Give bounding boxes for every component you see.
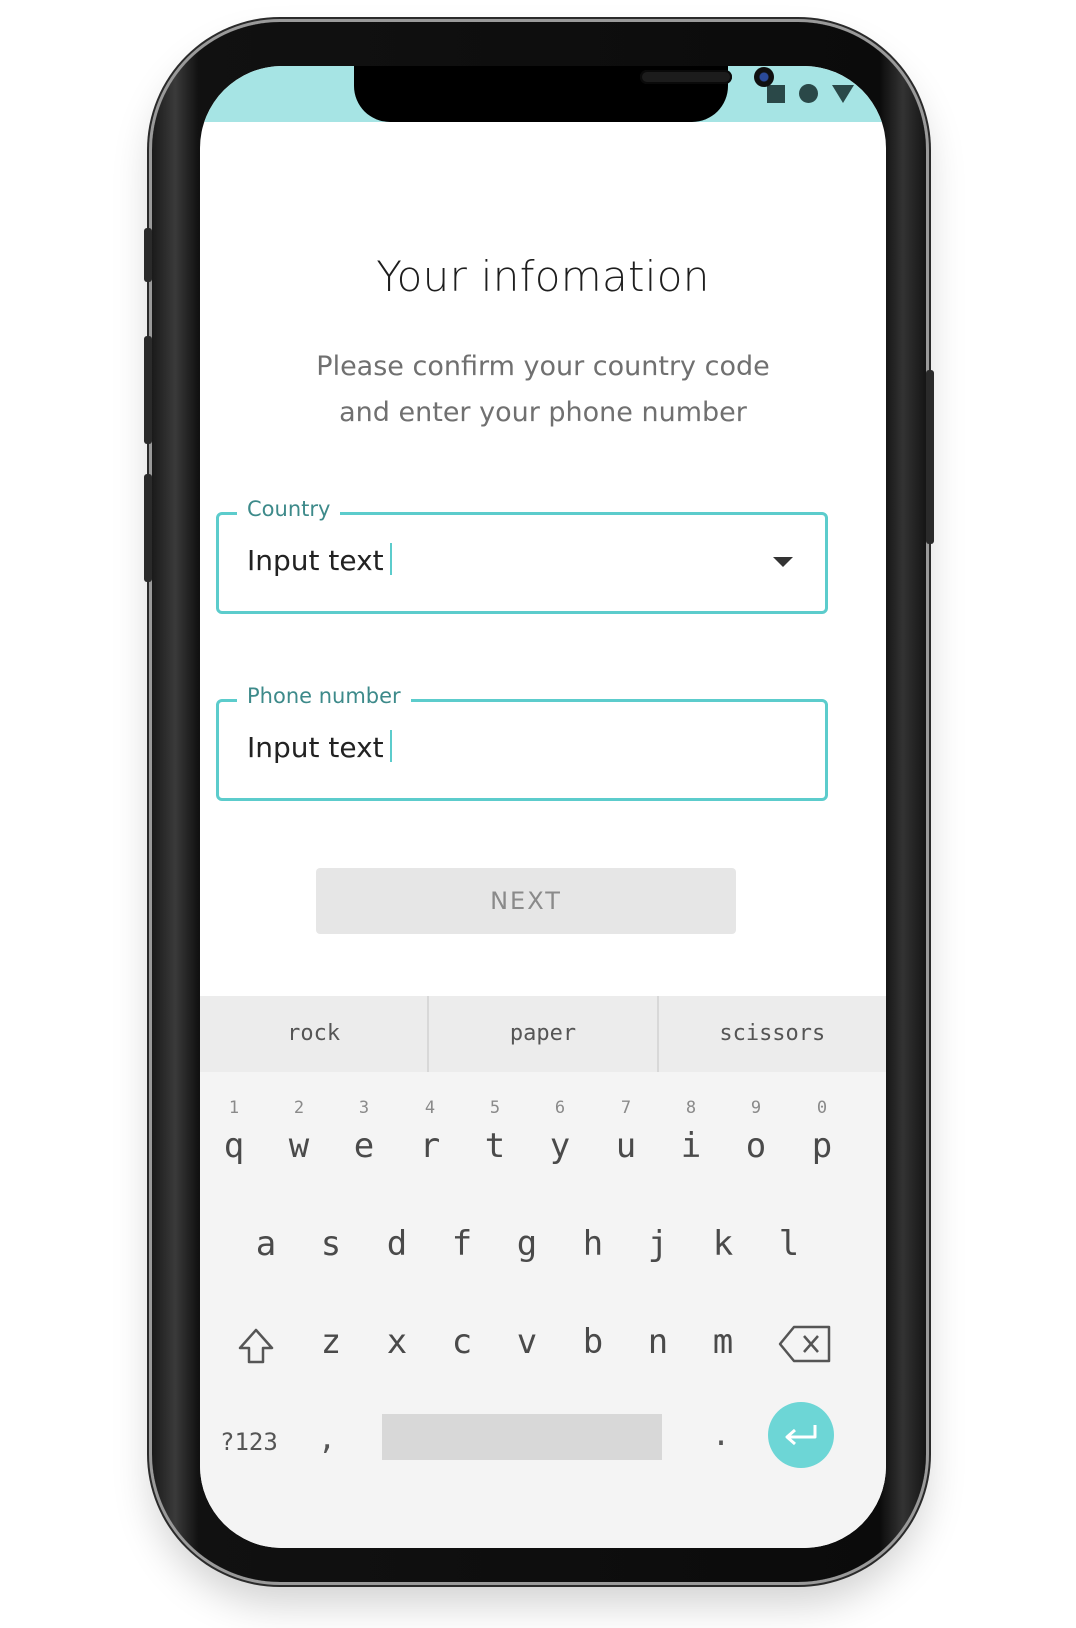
key-e[interactable]: 3e xyxy=(334,1098,394,1166)
mute-switch xyxy=(144,228,152,282)
front-camera-icon xyxy=(754,67,774,87)
shift-icon[interactable] xyxy=(236,1326,276,1366)
key-i[interactable]: 8i xyxy=(661,1098,721,1166)
subtitle-line-1: Please confirm your country code xyxy=(316,351,770,382)
key-s[interactable]: s xyxy=(301,1224,361,1264)
text-cursor xyxy=(389,543,392,575)
suggestion-bar: rock paper scissors xyxy=(200,996,886,1072)
backspace-icon[interactable] xyxy=(778,1324,832,1364)
key-hint: 6 xyxy=(554,1098,566,1118)
key-hint: 7 xyxy=(620,1098,632,1118)
key-p[interactable]: 0p xyxy=(792,1098,852,1166)
notch xyxy=(354,66,774,122)
suggestion-item[interactable]: rock xyxy=(200,996,427,1072)
keyboard: rock paper scissors xyxy=(200,996,886,1548)
key-v[interactable]: v xyxy=(497,1322,557,1362)
key-n[interactable]: n xyxy=(628,1322,688,1362)
country-select[interactable]: Country Input text xyxy=(216,497,828,614)
next-button[interactable]: NEXT xyxy=(316,868,736,934)
enter-key[interactable] xyxy=(768,1402,834,1468)
phone-number-label: Phone number xyxy=(237,684,411,708)
key-label: w xyxy=(288,1126,310,1166)
page-title: Your infomation xyxy=(376,252,710,301)
phone-number-value: Input text xyxy=(247,730,392,764)
symbols-key[interactable]: ?123 xyxy=(220,1428,278,1456)
key-label: y xyxy=(549,1126,571,1166)
key-j[interactable]: j xyxy=(628,1224,688,1264)
volume-down-button xyxy=(144,474,152,582)
enter-arrow-icon xyxy=(785,1425,817,1446)
key-a[interactable]: a xyxy=(236,1224,296,1264)
suggestion-item[interactable]: scissors xyxy=(656,996,886,1072)
key-u[interactable]: 7u xyxy=(596,1098,656,1166)
text-cursor xyxy=(389,730,392,762)
country-value: Input text xyxy=(247,543,392,577)
volume-up-button xyxy=(144,336,152,444)
key-hint: 8 xyxy=(685,1098,697,1118)
triangle-icon xyxy=(832,84,854,103)
key-hint: 0 xyxy=(816,1098,828,1118)
key-label: e xyxy=(353,1126,375,1166)
suggestion-item[interactable]: paper xyxy=(427,996,656,1072)
key-r[interactable]: 4r xyxy=(400,1098,460,1166)
key-label: p xyxy=(811,1126,833,1166)
key-hint: 2 xyxy=(293,1098,305,1118)
key-label: q xyxy=(223,1126,245,1166)
key-z[interactable]: z xyxy=(301,1322,361,1362)
key-hint: 1 xyxy=(228,1098,240,1118)
phone-number-input[interactable]: Phone number Input text xyxy=(216,684,828,801)
circle-icon xyxy=(799,84,818,103)
key-label: r xyxy=(419,1126,441,1166)
key-label: u xyxy=(615,1126,637,1166)
key-x[interactable]: x xyxy=(367,1322,427,1362)
key-hint: 5 xyxy=(489,1098,501,1118)
key-label: o xyxy=(745,1126,767,1166)
page-subtitle: Please confirm your country code and ent… xyxy=(200,344,886,436)
key-k[interactable]: k xyxy=(693,1224,753,1264)
key-o[interactable]: 9o xyxy=(726,1098,786,1166)
status-icons xyxy=(767,84,854,103)
key-l[interactable]: l xyxy=(759,1224,819,1264)
key-t[interactable]: 5t xyxy=(465,1098,525,1166)
key-w[interactable]: 2w xyxy=(269,1098,329,1166)
comma-key[interactable]: , xyxy=(318,1422,336,1457)
key-m[interactable]: m xyxy=(693,1322,753,1362)
subtitle-line-2: and enter your phone number xyxy=(339,397,747,428)
key-q[interactable]: 1q xyxy=(204,1098,264,1166)
key-label: t xyxy=(484,1126,506,1166)
dropdown-arrow-icon[interactable] xyxy=(773,557,793,567)
key-label: i xyxy=(680,1126,702,1166)
phone-screen: Your infomation Please confirm your coun… xyxy=(200,66,886,1548)
speaker-grille xyxy=(640,70,732,84)
power-button xyxy=(926,370,934,544)
square-icon xyxy=(767,84,785,103)
country-value-text: Input text xyxy=(247,544,384,577)
phone-number-value-text: Input text xyxy=(247,731,384,764)
key-hint: 3 xyxy=(358,1098,370,1118)
key-hint: 4 xyxy=(424,1098,436,1118)
key-d[interactable]: d xyxy=(367,1224,427,1264)
key-hint: 9 xyxy=(750,1098,762,1118)
key-y[interactable]: 6y xyxy=(530,1098,590,1166)
key-h[interactable]: h xyxy=(563,1224,623,1264)
key-g[interactable]: g xyxy=(497,1224,557,1264)
key-b[interactable]: b xyxy=(563,1322,623,1362)
key-f[interactable]: f xyxy=(432,1224,492,1264)
key-c[interactable]: c xyxy=(432,1322,492,1362)
space-bar[interactable] xyxy=(382,1414,662,1460)
period-key[interactable]: . xyxy=(712,1418,730,1453)
country-label: Country xyxy=(237,497,341,521)
